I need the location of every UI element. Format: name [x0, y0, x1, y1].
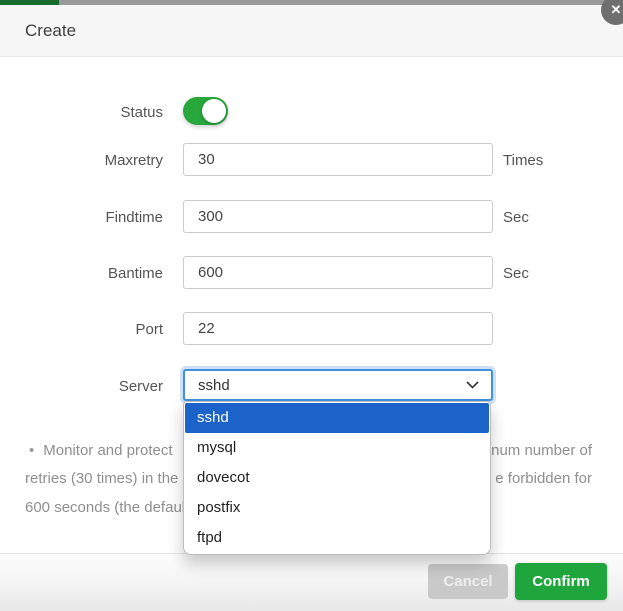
dialog-title: Create	[25, 20, 77, 40]
dropdown-option-mysql[interactable]: mysql	[185, 433, 489, 463]
server-label: Server	[118, 378, 163, 395]
create-dialog: Create ✕ Status Maxretry Times Findtime …	[0, 0, 623, 611]
confirm-button[interactable]: Confirm	[515, 563, 607, 600]
dropdown-option-dovecot[interactable]: dovecot	[185, 463, 489, 493]
server-dropdown-list: sshd mysql dovecot postfix ftpd	[183, 401, 491, 555]
status-label: Status	[120, 104, 163, 121]
maxretry-input[interactable]	[183, 143, 493, 176]
help-line-2-right: e forbidden for	[495, 470, 592, 487]
maxretry-label: Maxretry	[104, 152, 163, 169]
cancel-button[interactable]: Cancel	[428, 564, 508, 599]
port-input[interactable]	[183, 312, 493, 345]
dropdown-option-sshd[interactable]: sshd	[185, 403, 489, 433]
help-line-1-right: num number of	[491, 442, 592, 459]
help-line-1-left: • Monitor and protect	[29, 442, 173, 459]
help-line-3-left: 600 seconds (the defaul	[25, 499, 186, 516]
port-label: Port	[135, 321, 163, 338]
help-line-2-left: retries (30 times) in the	[25, 470, 179, 487]
maxretry-unit: Times	[503, 152, 544, 169]
server-select-value: sshd	[198, 376, 230, 394]
bantime-label: Bantime	[107, 265, 163, 282]
chevron-down-icon	[466, 381, 479, 389]
findtime-input[interactable]	[183, 200, 493, 233]
bantime-unit: Sec	[503, 265, 529, 282]
status-toggle[interactable]	[183, 97, 228, 125]
findtime-label: Findtime	[105, 209, 163, 226]
dialog-footer: Cancel Confirm	[0, 553, 623, 611]
bantime-input[interactable]	[183, 256, 493, 289]
findtime-unit: Sec	[503, 209, 529, 226]
server-select[interactable]: sshd	[183, 369, 493, 401]
toggle-knob-icon	[202, 99, 226, 123]
dialog-header: Create	[0, 5, 623, 57]
bullet-icon: •	[29, 442, 35, 459]
dropdown-option-ftpd[interactable]: ftpd	[185, 523, 489, 553]
dropdown-option-postfix[interactable]: postfix	[185, 493, 489, 523]
